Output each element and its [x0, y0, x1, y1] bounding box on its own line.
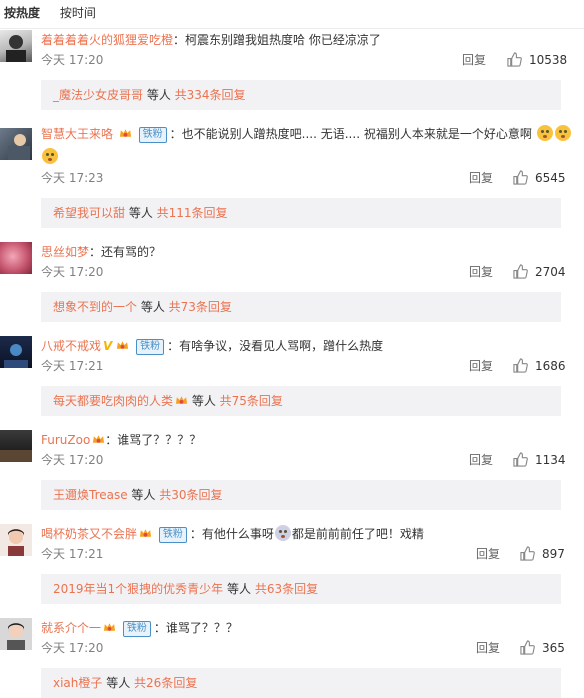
reply-count-link[interactable]: 共63条回复	[255, 582, 318, 596]
reply-summary: 2019年当1个狠拽的优秀青少年 等人 共63条回复	[41, 574, 561, 604]
reply-mid-text: 等人	[127, 488, 160, 502]
username-link[interactable]: 智慧大王来咯	[41, 127, 113, 141]
thumbs-up-icon	[507, 52, 522, 67]
username-link[interactable]: 着着着着火的狐狸爱吃橙	[41, 33, 173, 47]
reply-button[interactable]: 回复	[469, 169, 493, 187]
crown-icon	[93, 435, 105, 443]
comment-time: 今天 17:21	[41, 359, 104, 373]
thumbs-up-icon	[513, 264, 528, 279]
username-link[interactable]: 就系介个一	[41, 621, 101, 635]
comment-text: ：也不能说别人蹭热度吧.... 无语.... 祝福别人本来就是一个好心意啊	[169, 127, 532, 141]
reply-mid-text: 等人	[223, 582, 255, 596]
reply-button[interactable]: 回复	[462, 51, 486, 69]
reply-count-link[interactable]: 共73条回复	[169, 300, 232, 314]
reply-button[interactable]: 回复	[476, 545, 500, 563]
reply-username[interactable]: _魔法少女皮哥哥	[53, 88, 143, 102]
reply-summary: xiah橙子 等人 共26条回复	[41, 668, 561, 698]
emoji-icon	[554, 125, 571, 141]
username-link[interactable]: FuruZoo	[41, 433, 90, 447]
reply-mid-text: 等人	[137, 300, 169, 314]
like-count: 897	[542, 547, 565, 561]
comment-text: ：谁骂了？？？	[153, 621, 238, 635]
comment-text: ：有他什么事呀	[189, 527, 274, 541]
reply-count-link[interactable]: 共75条回复	[220, 394, 283, 408]
thumbs-up-icon	[520, 546, 535, 561]
comment-text: ：柯震东别蹭我姐热度哈 你已经凉凉了	[173, 33, 381, 47]
avatar[interactable]	[0, 242, 32, 274]
reply-username[interactable]: 想象不到的一个	[53, 300, 137, 314]
fan-badge: 铁粉	[138, 127, 167, 143]
reply-mid-text: 等人	[188, 394, 220, 408]
tab-by-time[interactable]: 按时间	[60, 0, 96, 26]
thumbs-up-icon	[513, 452, 528, 467]
comment-text: ：有啥争议，没看见人骂啊，蹭什么热度	[167, 339, 384, 353]
username-link[interactable]: 喝杯奶茶又不会胖	[41, 527, 137, 541]
tab-by-hot[interactable]: 按热度	[4, 0, 40, 26]
comment-time: 今天 17:20	[41, 641, 104, 655]
comment-time: 今天 17:21	[41, 547, 104, 561]
avatar[interactable]	[0, 336, 32, 368]
avatar[interactable]	[0, 30, 32, 62]
crown-icon	[175, 396, 188, 404]
reply-summary: 每天都要吃肉肉的人类 等人 共75条回复	[41, 386, 561, 416]
comment-time: 今天 17:20	[41, 265, 104, 279]
reply-summary: 想象不到的一个 等人 共73条回复	[41, 292, 561, 322]
crown-icon	[103, 623, 116, 631]
comment-time: 今天 17:23	[41, 171, 104, 185]
emoji-icon	[42, 148, 58, 164]
fan-badge: 铁粉	[122, 621, 151, 637]
like-count: 365	[542, 641, 565, 655]
comment-text-2: 都是前前前任了吧！戏精	[291, 527, 424, 541]
like-count: 10538	[529, 53, 568, 67]
reply-username[interactable]: xiah橙子	[53, 676, 102, 690]
fan-badge: 铁粉	[136, 339, 165, 355]
avatar[interactable]	[0, 618, 32, 650]
reply-summary: 王邇焕Trease 等人 共30条回复	[41, 480, 561, 510]
username-link[interactable]: 思丝如梦	[41, 245, 89, 259]
reply-button[interactable]: 回复	[469, 263, 493, 281]
thumbs-up-icon	[513, 358, 528, 373]
like-count: 1134	[535, 453, 566, 467]
avatar[interactable]	[0, 524, 32, 556]
reply-username[interactable]: 希望我可以甜	[53, 206, 125, 220]
reply-mid-text: 等人	[102, 676, 135, 690]
crown-icon	[139, 529, 152, 537]
reply-count-link[interactable]: 共26条回复	[134, 676, 197, 690]
like-count: 6545	[535, 171, 566, 185]
like-count: 1686	[535, 359, 566, 373]
verified-v-icon: V	[103, 339, 113, 353]
emoji-icon	[274, 525, 291, 541]
crown-icon	[117, 341, 129, 349]
comment-time: 今天 17:20	[41, 53, 104, 67]
comment-text: ：谁骂了？？？？	[105, 433, 202, 447]
reply-summary: 希望我可以甜 等人 共111条回复	[41, 198, 561, 228]
reply-summary: _魔法少女皮哥哥 等人 共334条回复	[41, 80, 561, 110]
reply-count-link[interactable]: 共111条回复	[157, 206, 228, 220]
reply-mid-text: 等人	[125, 206, 157, 220]
comment-text: ：还有骂的？	[89, 245, 162, 259]
crown-icon	[119, 129, 131, 137]
reply-count-link[interactable]: 共30条回复	[159, 488, 222, 502]
reply-username[interactable]: 2019年当1个狠拽的优秀青少年	[53, 582, 223, 596]
reply-mid-text: 等人	[143, 88, 175, 102]
comment-time: 今天 17:20	[41, 453, 104, 467]
avatar[interactable]	[0, 430, 32, 462]
reply-username[interactable]: 每天都要吃肉肉的人类	[53, 394, 173, 408]
emoji-icon	[536, 125, 553, 141]
thumbs-up-icon	[520, 640, 535, 655]
reply-button[interactable]: 回复	[476, 639, 500, 657]
reply-button[interactable]: 回复	[469, 357, 493, 375]
username-link[interactable]: 八戒不戒戏	[41, 339, 101, 353]
reply-username[interactable]: 王邇焕Trease	[53, 488, 128, 502]
reply-count-link[interactable]: 共334条回复	[175, 88, 246, 102]
fan-badge: 铁粉	[158, 527, 187, 543]
reply-button[interactable]: 回复	[469, 451, 493, 469]
thumbs-up-icon	[513, 170, 528, 185]
like-count: 2704	[535, 265, 566, 279]
avatar[interactable]	[0, 128, 32, 160]
sort-tabs: 按热度 按时间	[0, 0, 584, 29]
